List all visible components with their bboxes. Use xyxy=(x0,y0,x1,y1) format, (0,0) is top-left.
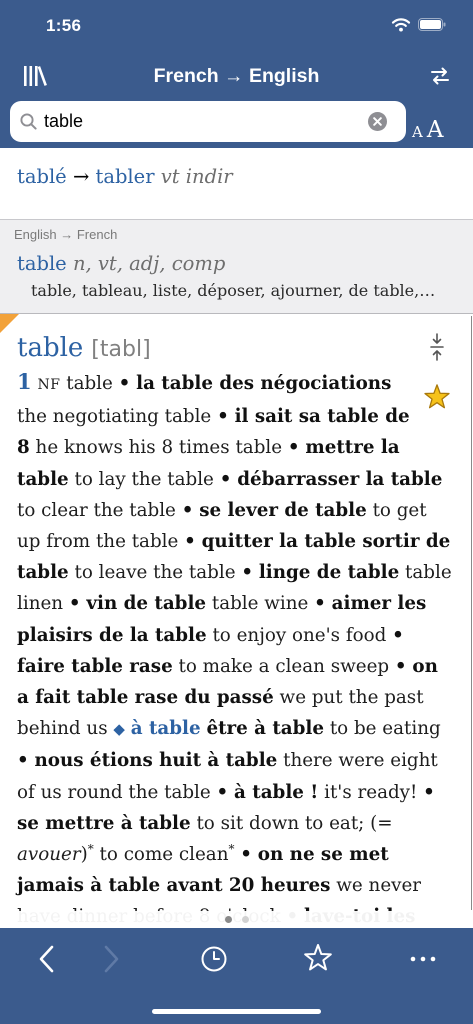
example-translation: to lay the table xyxy=(74,468,214,490)
search-icon xyxy=(20,113,37,130)
superscript-mark: * xyxy=(228,842,235,857)
dictionary-app: 1:56 French → English table A A tablé → … xyxy=(0,0,473,1024)
bullet-separator: • xyxy=(314,593,326,615)
page-title: French → English xyxy=(153,65,320,87)
star-outline-icon[interactable] xyxy=(303,943,333,973)
bullet-separator: • xyxy=(216,781,229,803)
chevron-right-icon[interactable] xyxy=(101,944,121,974)
entry-heading: table [tabl] xyxy=(17,330,151,370)
example-translation: he knows his 8 times table xyxy=(35,437,283,459)
example-translation: it's ready! xyxy=(324,781,418,803)
result-target-word: tabler xyxy=(95,165,155,188)
result-source-word: tablé xyxy=(17,165,67,188)
example-phrase-fr: débarrasser la table xyxy=(237,468,443,490)
example-translation: the negotiating table xyxy=(17,406,212,428)
bullet-separator: • xyxy=(392,624,404,646)
battery-icon xyxy=(418,18,446,31)
home-indicator[interactable] xyxy=(152,1009,321,1014)
clear-icon[interactable] xyxy=(368,112,387,131)
example-phrase-fr: nous étions huit à table xyxy=(34,750,278,772)
bullet-separator: • xyxy=(181,499,194,521)
sense-translation: table xyxy=(66,373,113,394)
font-size-large-a: A xyxy=(426,117,444,143)
chevron-left-icon[interactable] xyxy=(37,944,57,974)
part-of-speech: NF xyxy=(37,377,61,393)
example-translation: table wine xyxy=(211,593,309,615)
translation-run: ) xyxy=(80,844,88,866)
section-header: English → French xyxy=(14,227,118,242)
example-translation: to leave the table xyxy=(74,562,236,584)
result-line: tablé → tabler vt indir xyxy=(17,164,233,190)
sense-number: 1 xyxy=(17,369,32,394)
example-phrase-fr: se mettre à table xyxy=(17,812,191,834)
example-translation: to be eating xyxy=(329,718,441,740)
bullet-separator: • xyxy=(287,437,300,459)
font-size-button[interactable]: A A xyxy=(412,116,443,144)
example-translation: to clear the table xyxy=(17,499,176,521)
entry-pronunciation: [tabl] xyxy=(91,337,151,362)
result-arrow: → xyxy=(72,165,90,188)
panel-edge xyxy=(470,316,472,910)
result-headline: table n, vt, adj, comp xyxy=(17,251,225,277)
translation-run: to sit down to eat; (= xyxy=(196,812,393,834)
page-dot[interactable] xyxy=(224,916,232,923)
bullet-separator: • xyxy=(219,468,232,490)
example-phrase-fr: à table ! xyxy=(234,781,319,803)
result-grammar: n, vt, adj, comp xyxy=(72,252,226,275)
entry-body: 1 NF table • la table des négociations t… xyxy=(17,366,455,928)
result-grammar: vt indir xyxy=(160,165,233,188)
search-input[interactable] xyxy=(44,101,362,142)
example-phrase-fr: faire table rase xyxy=(17,655,173,677)
entry-headword: table xyxy=(17,333,84,363)
collapse-icon[interactable] xyxy=(429,332,445,362)
example-translation: to make a clean sweep xyxy=(178,655,390,677)
bullet-separator: • xyxy=(394,655,407,677)
example-phrase-fr: se lever de table xyxy=(199,499,367,521)
status-time: 1:56 xyxy=(46,16,82,35)
wifi-icon xyxy=(391,18,411,32)
page-dot[interactable] xyxy=(241,916,249,923)
translation-run: avouer xyxy=(17,844,81,866)
search-field[interactable] xyxy=(10,101,406,142)
bottom-toolbar xyxy=(0,928,473,1024)
top-bar: 1:56 French → English table A A xyxy=(0,0,473,148)
favorite-area xyxy=(415,366,455,434)
favorite-star-icon[interactable] xyxy=(423,383,451,411)
example-phrase-fr: la table des négociations xyxy=(136,373,392,394)
result-row-en-fr[interactable]: English → French table n, vt, adj, comp … xyxy=(0,220,473,314)
result-translations: table, tableau, liste, déposer, ajourner… xyxy=(31,281,436,300)
translation-run: to come clean xyxy=(93,844,229,866)
bullet-separator: • xyxy=(118,373,131,394)
bullet-separator: • xyxy=(217,406,229,428)
ellipsis-icon[interactable] xyxy=(409,955,437,963)
example-translation: to enjoy one's food xyxy=(212,624,387,646)
subentry-label: à table xyxy=(130,718,201,740)
font-size-small-a: A xyxy=(412,123,423,141)
bullet-separator: • xyxy=(240,844,252,866)
example-phrase-fr: être à table xyxy=(206,718,324,740)
bullet-separator: • xyxy=(241,562,254,584)
page-indicator[interactable] xyxy=(0,911,473,928)
bullet-separator: • xyxy=(68,593,81,615)
bullet-separator: • xyxy=(184,531,196,553)
example-phrase-fr: linge de table xyxy=(258,562,400,584)
bullet-separator: • xyxy=(17,750,29,772)
clock-icon[interactable] xyxy=(200,945,228,973)
result-row-fr-en[interactable]: tablé → tabler vt indir xyxy=(0,148,473,220)
entry-panel: table [tabl] 1 NF table • la table des né… xyxy=(0,314,473,928)
bullet-separator: • xyxy=(423,781,435,803)
subentry-marker: ◆ xyxy=(113,720,125,739)
result-headword: table xyxy=(17,252,67,275)
swap-languages-icon[interactable] xyxy=(429,65,451,87)
example-phrase-fr: vin de table xyxy=(86,593,207,615)
